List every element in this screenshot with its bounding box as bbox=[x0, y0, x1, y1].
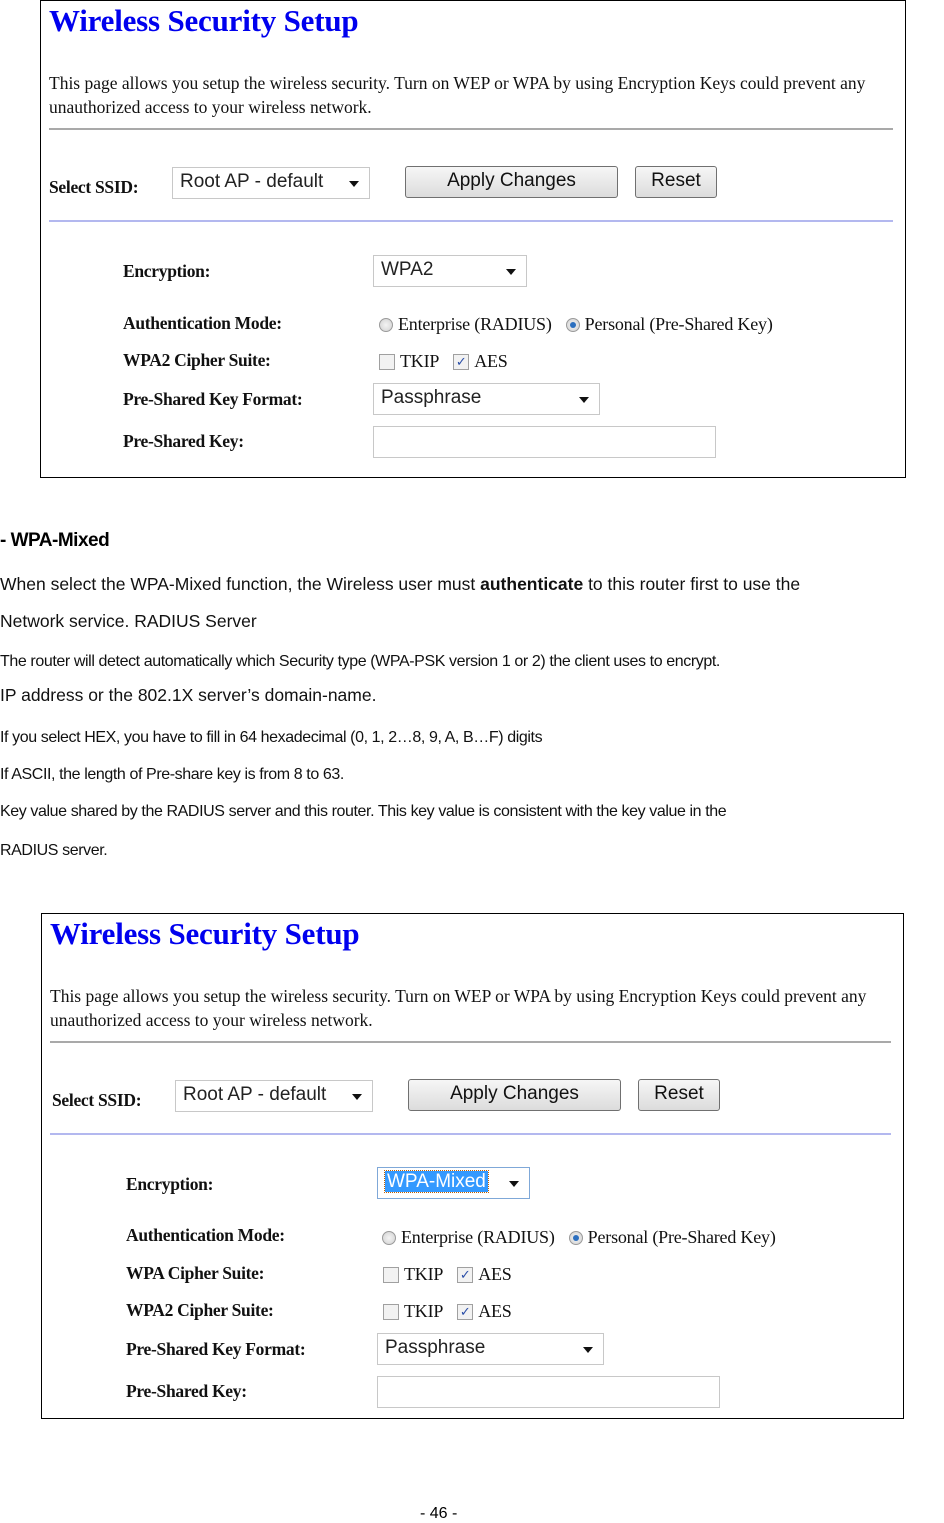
apply-changes-button[interactable]: Apply Changes bbox=[408, 1079, 621, 1111]
psk-format-label: Pre-Shared Key Format: bbox=[126, 1339, 306, 1359]
reset-button[interactable]: Reset bbox=[635, 166, 717, 198]
divider bbox=[49, 128, 893, 130]
wpa2-cipher-group: TKIP ✓ AES bbox=[383, 1301, 512, 1322]
chevron-down-icon bbox=[583, 1347, 593, 1353]
paragraph-line: The router will detect automatically whi… bbox=[0, 653, 720, 670]
screenshot-wpa2: Wireless Security Setup This page allows… bbox=[40, 0, 906, 478]
radio-enterprise-label: Enterprise (RADIUS) bbox=[398, 314, 552, 334]
psk-format-select-value: Passphrase bbox=[385, 1337, 486, 1358]
checkbox-wpa2-aes[interactable]: ✓ bbox=[453, 353, 470, 370]
checkbox-wpa-aes-label: AES bbox=[478, 1264, 512, 1284]
encryption-label: Encryption: bbox=[123, 261, 211, 281]
chevron-down-icon bbox=[349, 181, 359, 187]
radio-enterprise[interactable] bbox=[382, 1230, 396, 1245]
wpa-cipher-label: WPA Cipher Suite: bbox=[126, 1263, 265, 1283]
checkbox-wpa2-aes[interactable]: ✓ bbox=[457, 1303, 474, 1320]
apply-changes-button[interactable]: Apply Changes bbox=[405, 166, 618, 198]
checkbox-wpa2-aes-label: AES bbox=[478, 1301, 512, 1321]
radio-personal-label: Personal (Pre-Shared Key) bbox=[587, 1227, 776, 1247]
checkbox-wpa2-tkip-label: TKIP bbox=[404, 1301, 444, 1321]
page-description: This page allows you setup the wireless … bbox=[49, 73, 866, 117]
chevron-down-icon bbox=[579, 397, 589, 403]
page-title: Wireless Security Setup bbox=[49, 3, 359, 38]
paragraph-line: When select the WPA-Mixed function, the … bbox=[0, 574, 800, 595]
wpa2-cipher-label: WPA2 Cipher Suite: bbox=[126, 1300, 274, 1320]
checkbox-wpa2-aes-label: AES bbox=[474, 351, 508, 371]
reset-button[interactable]: Reset bbox=[638, 1079, 720, 1111]
psk-format-select[interactable]: Passphrase bbox=[377, 1333, 604, 1365]
radio-enterprise-label: Enterprise (RADIUS) bbox=[401, 1227, 555, 1247]
encryption-select[interactable]: WPA-Mixed bbox=[377, 1167, 530, 1199]
radio-personal[interactable] bbox=[565, 317, 580, 332]
ssid-label: Select SSID: bbox=[52, 1090, 142, 1110]
psk-format-label: Pre-Shared Key Format: bbox=[123, 389, 303, 409]
radio-personal[interactable] bbox=[568, 1230, 583, 1245]
paragraph-line: If ASCII, the length of Pre-share key is… bbox=[0, 766, 344, 783]
wpa2-cipher-group: TKIP ✓ AES bbox=[379, 351, 508, 372]
page-description: This page allows you setup the wireless … bbox=[50, 986, 867, 1030]
psk-format-select[interactable]: Passphrase bbox=[373, 383, 600, 415]
divider bbox=[50, 1133, 891, 1135]
chevron-down-icon bbox=[509, 1181, 519, 1187]
page-number: - 46 - bbox=[420, 1505, 458, 1522]
ssid-select[interactable]: Root AP - default bbox=[175, 1080, 373, 1112]
checkbox-wpa2-tkip[interactable] bbox=[379, 353, 395, 370]
psk-input[interactable] bbox=[373, 426, 716, 458]
encryption-select-value: WPA-Mixed bbox=[384, 1170, 489, 1193]
ssid-select[interactable]: Root AP - default bbox=[172, 167, 370, 199]
text-run: to this router first to use the bbox=[583, 574, 801, 594]
encryption-select[interactable]: WPA2 bbox=[373, 255, 527, 287]
wpa-cipher-group: TKIP ✓ AES bbox=[383, 1264, 512, 1285]
encryption-label: Encryption: bbox=[126, 1174, 214, 1194]
checkbox-wpa-tkip[interactable] bbox=[383, 1266, 399, 1283]
checkbox-wpa-aes[interactable]: ✓ bbox=[457, 1266, 474, 1283]
ssid-label: Select SSID: bbox=[49, 177, 139, 197]
section-heading: - WPA-Mixed bbox=[0, 530, 110, 551]
paragraph-line: IP address or the 802.1X server’s domain… bbox=[0, 685, 377, 705]
ssid-select-value: Root AP - default bbox=[183, 1084, 327, 1105]
divider bbox=[49, 220, 893, 222]
radio-personal-label: Personal (Pre-Shared Key) bbox=[584, 314, 773, 334]
psk-format-select-value: Passphrase bbox=[381, 387, 482, 408]
text-run-bold: authenticate bbox=[480, 574, 584, 594]
psk-label: Pre-Shared Key: bbox=[123, 431, 244, 451]
page-title: Wireless Security Setup bbox=[50, 916, 360, 951]
auth-mode-label: Authentication Mode: bbox=[126, 1225, 285, 1245]
checkbox-wpa-tkip-label: TKIP bbox=[404, 1264, 444, 1284]
auth-mode-label: Authentication Mode: bbox=[123, 313, 282, 333]
ssid-select-value: Root AP - default bbox=[180, 171, 324, 192]
screenshot-wpa-mixed: Wireless Security Setup This page allows… bbox=[41, 913, 904, 1419]
paragraph-line: Key value shared by the RADIUS server an… bbox=[0, 803, 727, 820]
paragraph-line: RADIUS server. bbox=[0, 842, 108, 859]
auth-mode-group: Enterprise (RADIUS) Personal (Pre-Shared… bbox=[379, 314, 773, 335]
wpa2-cipher-label: WPA2 Cipher Suite: bbox=[123, 350, 271, 370]
chevron-down-icon bbox=[352, 1094, 362, 1100]
psk-label: Pre-Shared Key: bbox=[126, 1381, 247, 1401]
checkbox-wpa2-tkip[interactable] bbox=[383, 1303, 399, 1320]
paragraph-line: If you select HEX, you have to fill in 6… bbox=[0, 729, 543, 746]
auth-mode-group: Enterprise (RADIUS) Personal (Pre-Shared… bbox=[382, 1227, 776, 1248]
psk-input[interactable] bbox=[377, 1376, 720, 1408]
paragraph-line: Network service. RADIUS Server bbox=[0, 611, 257, 631]
radio-enterprise[interactable] bbox=[379, 317, 393, 332]
encryption-select-value: WPA2 bbox=[381, 259, 434, 280]
text-run: When select the WPA-Mixed function, the … bbox=[0, 574, 481, 594]
chevron-down-icon bbox=[506, 269, 516, 275]
divider bbox=[50, 1041, 891, 1043]
checkbox-wpa2-tkip-label: TKIP bbox=[400, 351, 440, 371]
